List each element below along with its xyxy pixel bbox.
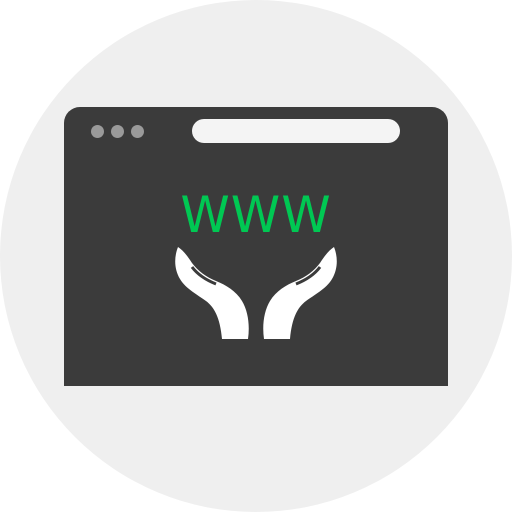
- left-hand-icon: [175, 247, 249, 339]
- window-dot-1: [91, 125, 104, 138]
- www-text: WWW: [180, 186, 332, 244]
- window-dot-3: [131, 125, 144, 138]
- web-care-illustration: WWW: [0, 0, 512, 512]
- address-bar: [192, 119, 400, 143]
- browser-window: WWW: [64, 107, 448, 386]
- window-dot-2: [111, 125, 124, 138]
- right-hand-icon: [263, 247, 337, 339]
- open-hands-icon: [175, 247, 337, 339]
